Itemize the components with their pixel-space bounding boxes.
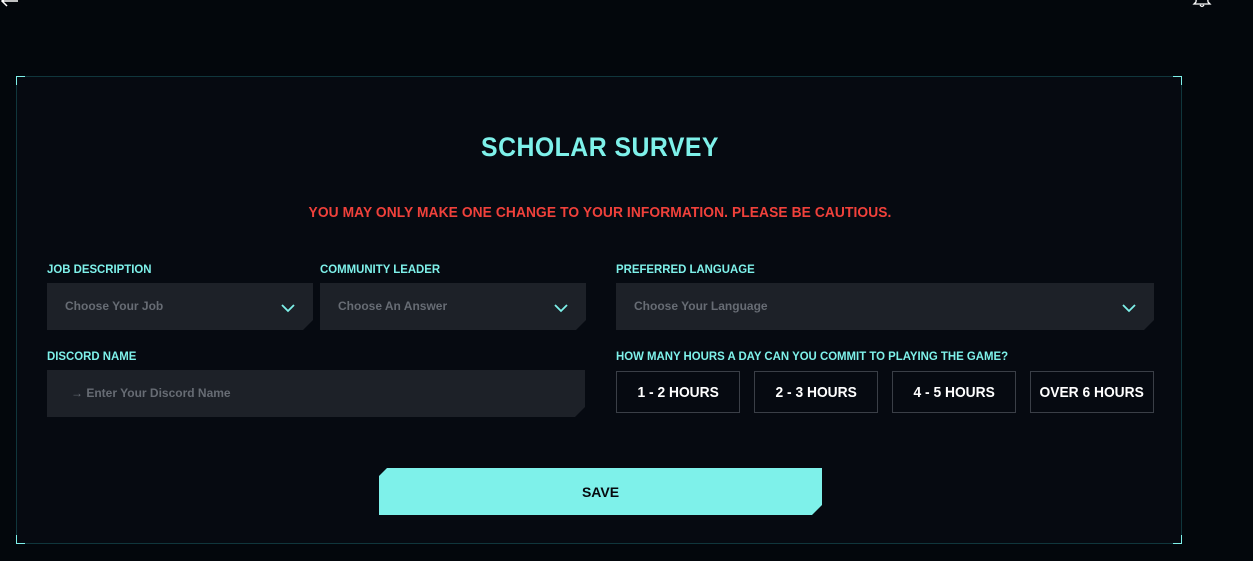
hours-option-label: 4 - 5 HOURS xyxy=(913,383,995,401)
hours-option-label: 1 - 2 HOURS xyxy=(637,383,719,401)
survey-card: SCHOLAR SURVEY YOU MAY ONLY MAKE ONE CHA… xyxy=(16,76,1182,544)
hours-option-label: OVER 6 HOURS xyxy=(1039,383,1145,401)
job-description-label: JOB DESCRIPTION xyxy=(47,262,152,276)
chevron-down-icon xyxy=(1122,300,1136,310)
corner-decoration xyxy=(16,76,25,85)
job-description-placeholder: Choose Your Job xyxy=(65,299,164,313)
hours-option-1-2[interactable]: 1 - 2 HOURS xyxy=(616,371,740,413)
preferred-language-placeholder: Choose Your Language xyxy=(634,299,768,313)
chevron-down-icon xyxy=(554,300,568,310)
hours-option-2-3[interactable]: 2 - 3 HOURS xyxy=(754,371,878,413)
back-arrow-icon[interactable] xyxy=(0,0,20,8)
survey-title: SCHOLAR SURVEY xyxy=(481,132,719,162)
save-button[interactable]: SAVE xyxy=(379,468,822,515)
hours-commit-label: HOW MANY HOURS A DAY CAN YOU COMMIT TO P… xyxy=(616,349,1009,363)
hours-option-over-6[interactable]: OVER 6 HOURS xyxy=(1030,371,1154,413)
community-leader-placeholder: Choose An Answer xyxy=(338,299,448,313)
community-leader-label: COMMUNITY LEADER xyxy=(320,262,441,276)
corner-decoration xyxy=(16,535,25,544)
corner-decoration xyxy=(1173,535,1182,544)
corner-decoration xyxy=(1173,76,1182,85)
discord-name-label: DISCORD NAME xyxy=(47,349,137,363)
chevron-down-icon xyxy=(281,300,295,310)
bell-icon[interactable] xyxy=(1192,0,1212,8)
preferred-language-label: PREFERRED LANGUAGE xyxy=(616,262,755,276)
job-description-select[interactable]: Choose Your Job xyxy=(47,283,313,330)
community-leader-select[interactable]: Choose An Answer xyxy=(320,283,586,330)
warning-message: YOU MAY ONLY MAKE ONE CHANGE TO YOUR INF… xyxy=(308,205,892,221)
preferred-language-select[interactable]: Choose Your Language xyxy=(616,283,1154,330)
discord-name-placeholder: → Enter Your Discord Name xyxy=(71,386,231,400)
discord-name-input[interactable]: → Enter Your Discord Name xyxy=(47,370,585,417)
hours-option-label: 2 - 3 HOURS xyxy=(775,383,857,401)
hours-option-4-5[interactable]: 4 - 5 HOURS xyxy=(892,371,1016,413)
